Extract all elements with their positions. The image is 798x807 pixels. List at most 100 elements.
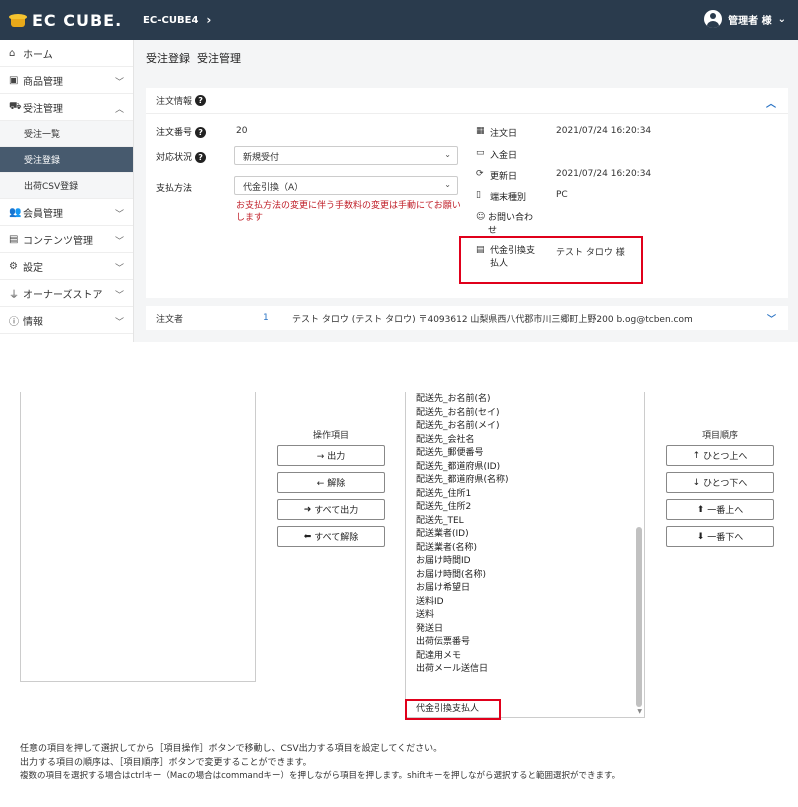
chevron-down-icon: ⌄ — [444, 150, 451, 159]
updated-date-label: 更新日 — [490, 172, 518, 182]
help-icon[interactable]: ? — [195, 152, 207, 163]
move-down-button[interactable]: ↓ ひとつ下へ — [666, 472, 774, 493]
chevron-down-icon: ⌄ — [777, 13, 786, 25]
sidebar-subitem-shipping-csv[interactable]: 出荷CSV登録 — [0, 173, 133, 199]
available-items-listbox[interactable] — [20, 392, 256, 682]
help-text-3: 複数の項目を選択する場合はctrlキー（Macの場合はcommandキー）を押し… — [20, 771, 621, 781]
chevron-down-icon: ﹀ — [114, 291, 124, 301]
payment-warning: お支払方法の変更に伴う手数料の変更は手動にてお願い します — [236, 201, 461, 223]
payment-select-value: 代金引換（A） — [243, 183, 304, 193]
logo-text: EC CUBE. — [32, 10, 123, 30]
sidebar-item-label: ホーム — [23, 49, 53, 61]
sidebar-subitem-order-list[interactable]: 受注一覧 — [0, 121, 133, 147]
cart-icon: ⛟ — [9, 100, 22, 112]
sidebar-item-label: 設定 — [23, 262, 43, 274]
remove-all-button[interactable]: ⬅ すべて解除 — [277, 526, 385, 547]
move-top-label: 一番上へ — [707, 506, 744, 516]
status-select[interactable]: 新規受付 ⌄ — [234, 146, 458, 165]
page-title-text: 受注登録 — [146, 52, 190, 65]
orderer-id-link[interactable]: 1 — [263, 313, 269, 323]
user-menu[interactable]: 管理者 様 ⌄ — [704, 10, 786, 28]
chevron-down-icon: ﹀ — [114, 237, 124, 247]
device-value: PC — [556, 190, 568, 200]
refresh-icon: ⟳ — [476, 169, 484, 179]
expand-chevron-icon[interactable]: ﹀ — [767, 312, 776, 325]
collapse-chevron-icon[interactable]: ︿ — [766, 95, 776, 110]
users-icon: 👥 — [9, 206, 22, 218]
updated-date-value: 2021/07/24 16:20:34 — [556, 169, 652, 179]
breadcrumb-shop[interactable]: EC-CUBE4 — [143, 15, 198, 26]
help-text-1: 任意の項目を押して選択してから［項目操作］ボタンで移動し、CSV出力する項目を設… — [20, 744, 443, 754]
sidebar: ⌂ ホーム ▣ 商品管理 ﹀ ⛟ 受注管理 ︿ 受注一覧 受注登録 出荷CSV登… — [0, 40, 134, 342]
order-info-header[interactable]: 注文情報 ? ︿ — [146, 88, 788, 114]
file-icon: ▤ — [9, 233, 19, 245]
order-number-label: 注文番号? — [156, 125, 207, 138]
sidebar-item-orders[interactable]: ⛟ 受注管理 ︿ — [0, 94, 133, 121]
output-button[interactable]: → 出力 — [277, 445, 385, 466]
tag-icon: ▣ — [9, 74, 19, 86]
inquiry-label: お問い合わ せ — [488, 213, 534, 236]
move-down-label: ひとつ下へ — [703, 479, 748, 489]
move-up-label: ひとつ上へ — [703, 452, 748, 462]
calendar-icon: ▦ — [476, 126, 485, 136]
scroll-down-arrow-icon[interactable]: ▼ — [637, 708, 642, 715]
sidebar-item-home[interactable]: ⌂ ホーム — [0, 40, 133, 67]
help-icon[interactable]: ? — [195, 127, 207, 138]
chevron-right-icon: › — [206, 13, 212, 27]
csv-settings-panel: 操作項目 → 出力 ← 解除 ➜ すべて出力 ⬅ すべて解除 配送先_お名前(名… — [0, 392, 798, 807]
logo-cube-icon — [8, 12, 28, 28]
sidebar-item-settings[interactable]: ⚙ 設定 ﹀ — [0, 253, 133, 280]
orderer-row[interactable]: 注文者 1 テスト タロウ (テスト タロウ) 〒4093612 山梨県西八代郡… — [146, 306, 788, 330]
scrollbar-thumb[interactable] — [636, 527, 642, 707]
sidebar-item-customers[interactable]: 👥 会員管理 ﹀ — [0, 199, 133, 226]
chevron-down-icon: ﹀ — [114, 318, 124, 328]
arrow-circle-down-icon: ⬇ — [696, 531, 705, 542]
sidebar-item-label: 会員管理 — [23, 208, 63, 220]
help-text-2: 出力する項目の順序は、［項目順序］ボタンで変更することができます。 — [20, 758, 312, 768]
sidebar-item-contents[interactable]: ▤ コンテンツ管理 ﹀ — [0, 226, 133, 253]
help-icon[interactable]: ? — [195, 95, 207, 106]
sidebar-subitem-order-register[interactable]: 受注登録 — [0, 147, 133, 173]
gear-icon: ⚙ — [9, 260, 18, 272]
move-bottom-button[interactable]: ⬇ 一番下へ — [666, 526, 774, 547]
orderer-label: 注文者 — [156, 314, 184, 325]
order-info-card: 注文情報 ? ︿ 注文番号? 20 対応状況? 新規受付 ⌄ 支払方法 代金引換… — [146, 88, 788, 298]
selected-items-listbox[interactable]: 配送先_お名前(名) 配送先_お名前(セイ) 配送先_お名前(メイ) 配送先_会… — [405, 392, 645, 718]
list-item[interactable]: 出荷メール送信日 — [416, 662, 488, 677]
chevron-down-icon: ﹀ — [114, 210, 124, 220]
highlight-box — [405, 699, 501, 720]
order-date-value: 2021/07/24 16:20:34 — [556, 126, 652, 136]
home-icon: ⌂ — [9, 47, 16, 59]
sidebar-item-label: コンテンツ管理 — [23, 235, 93, 247]
highlight-box — [459, 236, 643, 284]
main-content: 受注登録 受注管理 注文情報 ? ︿ 注文番号? 20 対応状況? 新規受付 ⌄… — [134, 40, 798, 342]
orderer-info: テスト タロウ (テスト タロウ) 〒4093612 山梨県西八代郡市川三郷町上… — [292, 314, 693, 325]
arrow-up-icon: ↑ — [692, 450, 701, 461]
arrow-down-icon: ↓ — [692, 477, 701, 488]
arrow-circle-right-icon: ➜ — [303, 504, 312, 515]
output-all-button[interactable]: ➜ すべて出力 — [277, 499, 385, 520]
arrow-circle-up-icon: ⬆ — [696, 504, 705, 515]
sidebar-item-info[interactable]: ⓘ 情報 ﹀ — [0, 307, 133, 334]
chevron-down-icon: ﹀ — [114, 78, 124, 88]
money-icon: ▭ — [476, 148, 485, 158]
operation-title: 操作項目 — [312, 431, 349, 441]
sidebar-item-owners-store[interactable]: ⏚ オーナーズストア ﹀ — [0, 280, 133, 307]
user-avatar-icon — [704, 10, 723, 28]
user-name: 管理者 様 — [728, 15, 772, 27]
status-label: 対応状況? — [156, 150, 207, 163]
move-top-button[interactable]: ⬆ 一番上へ — [666, 499, 774, 520]
remove-button[interactable]: ← 解除 — [277, 472, 385, 493]
device-icon: ▯ — [476, 190, 481, 200]
payment-select[interactable]: 代金引換（A） ⌄ — [234, 176, 458, 195]
breadcrumb[interactable]: EC-CUBE4 › — [143, 13, 211, 27]
page-subtitle-text: 受注管理 — [197, 52, 241, 65]
order-number-value: 20 — [236, 126, 248, 136]
ec-cube-logo[interactable]: EC CUBE. — [8, 10, 122, 30]
chat-icon: ☺ — [476, 212, 486, 222]
sidebar-item-label: 受注管理 — [23, 103, 63, 115]
top-header: EC CUBE. EC-CUBE4 › 管理者 様 ⌄ — [0, 0, 798, 40]
sidebar-item-products[interactable]: ▣ 商品管理 ﹀ — [0, 67, 133, 94]
status-select-value: 新規受付 — [243, 153, 280, 163]
move-up-button[interactable]: ↑ ひとつ上へ — [666, 445, 774, 466]
